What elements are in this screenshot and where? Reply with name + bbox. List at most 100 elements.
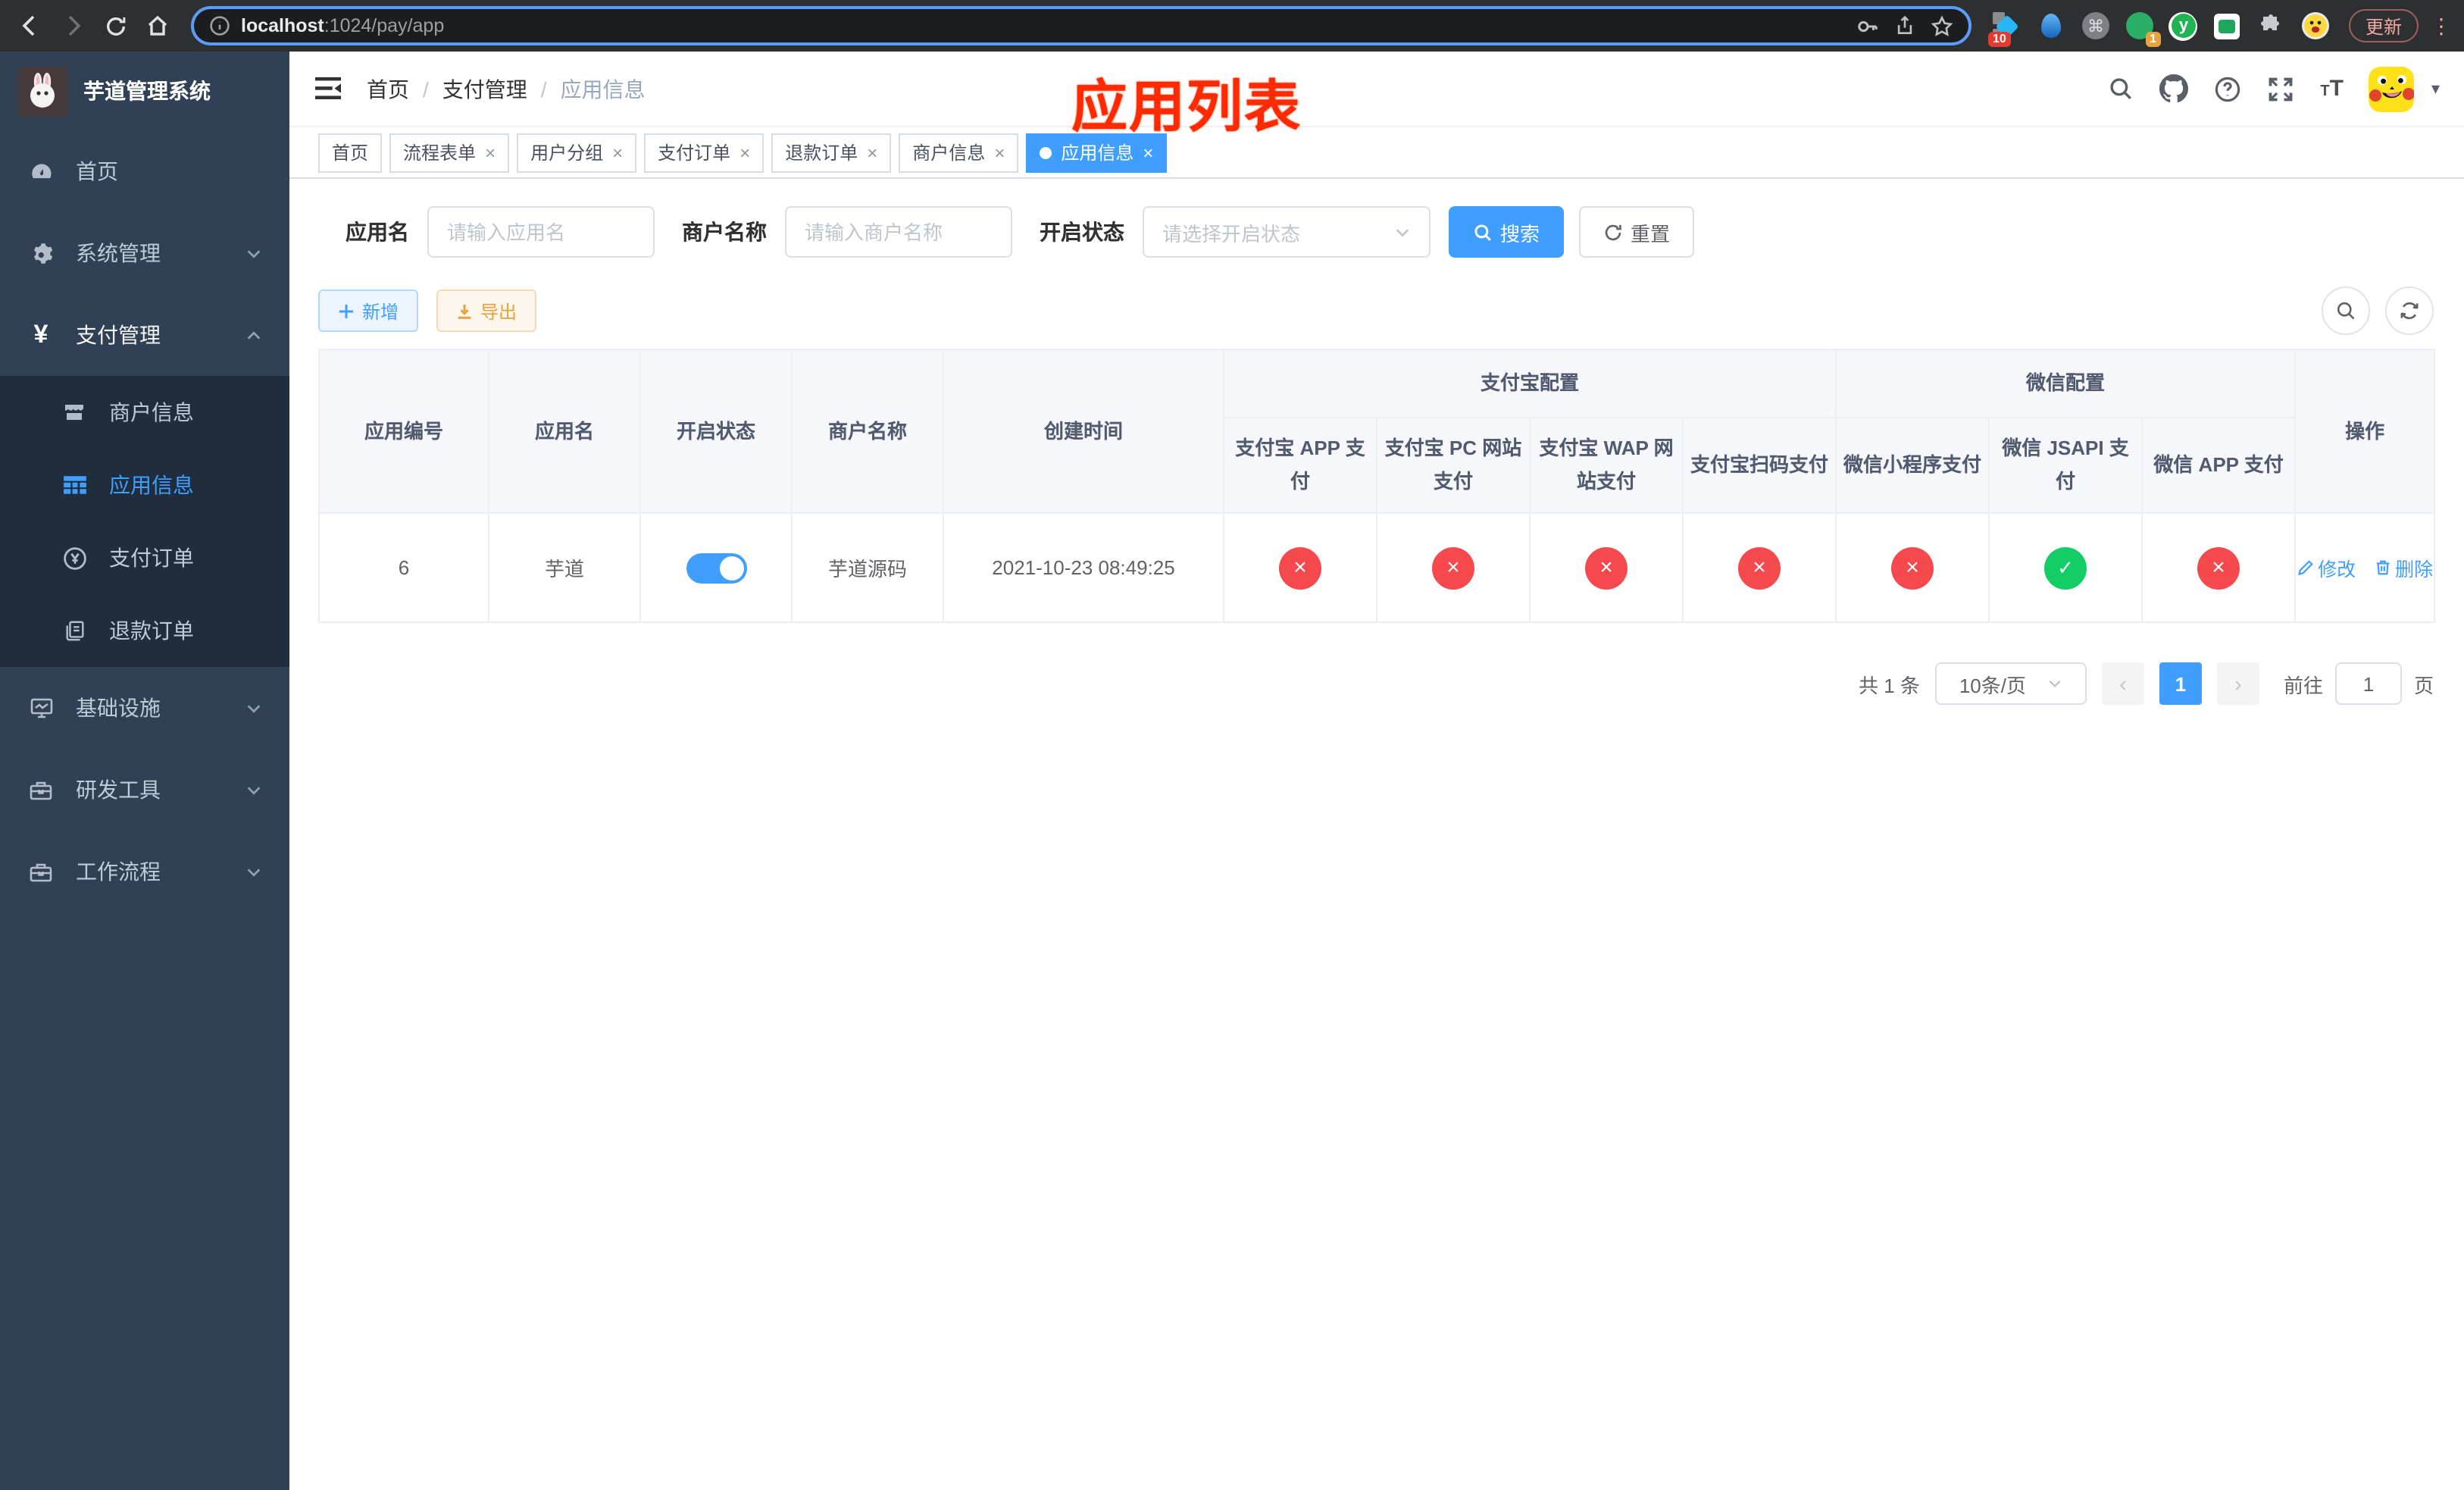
edit-link[interactable]: 修改 [2297, 553, 2356, 582]
sidebar-item-label: 支付管理 [76, 323, 161, 347]
browser-menu-icon[interactable]: ⋮ [2431, 13, 2452, 39]
sidebar-fold-icon[interactable] [314, 76, 342, 102]
sidebar-item-system[interactable]: 系统管理 [0, 212, 289, 294]
profile-avatar-icon[interactable] [2300, 11, 2331, 41]
close-icon[interactable]: × [994, 142, 1005, 163]
toggle-search-button[interactable] [2322, 286, 2370, 335]
col-header-wechat-mini: 微信小程序支付 [1835, 416, 1990, 515]
tab-refund-order[interactable]: 退款订单 × [771, 133, 892, 172]
caret-down-icon[interactable]: ▾ [2431, 79, 2440, 99]
breadcrumb: 首页 / 支付管理 / 应用信息 [367, 74, 646, 104]
breadcrumb-section[interactable]: 支付管理 [442, 74, 527, 104]
add-button[interactable]: 新增 [318, 290, 419, 332]
goto-page-input[interactable] [2334, 662, 2402, 706]
tab-user-group[interactable]: 用户分组 × [517, 133, 637, 172]
extensions-row: 10 ⌘ 1 y [1987, 11, 2337, 47]
share-icon[interactable] [1894, 14, 1915, 37]
y-extension-icon[interactable]: y [2169, 11, 2199, 41]
status-select[interactable]: 请选择开启状态 [1143, 206, 1431, 258]
tab-merchant-info[interactable]: 商户信息 × [899, 133, 1019, 172]
chevron-down-icon [245, 863, 262, 880]
pinned-extension-icon[interactable]: 10 [1987, 11, 2023, 47]
close-icon[interactable]: × [740, 142, 750, 163]
search-button[interactable]: 搜索 [1449, 206, 1565, 258]
app-table: 应用编号 应用名 开启状态 商户名称 创建时间 支付宝配置 微信配置 操作 支付… [318, 348, 2436, 624]
command-extension-icon[interactable]: ⌘ [2081, 11, 2111, 41]
help-icon[interactable] [2214, 75, 2241, 102]
tab-process-form[interactable]: 流程表单 × [389, 133, 510, 172]
top-navbar: 首页 / 支付管理 / 应用信息 TT ▾ [289, 52, 2464, 127]
bookmark-star-icon[interactable] [1931, 14, 1953, 37]
recorder-extension-icon[interactable]: 1 [2125, 11, 2161, 47]
app-logo: 芋道管理系统 [0, 52, 289, 130]
sidebar-item-pay-order[interactable]: 支付订单 [0, 521, 289, 594]
tab-home[interactable]: 首页 [318, 133, 383, 172]
status-toggle[interactable] [686, 552, 746, 584]
sidebar-item-label: 商户信息 [109, 400, 194, 424]
next-page-button[interactable]: › [2216, 662, 2259, 706]
cell-app-id: 6 [318, 512, 489, 624]
search-form: 应用名 商户名称 开启状态 请选择开启状态 搜索 重置 [318, 206, 2434, 258]
extension-badge: 1 [2145, 32, 2161, 47]
sidebar: 芋道管理系统 首页 系统管理 ¥ 支付管理 商户信息 应用信息 支付订单 退款订… [0, 52, 289, 1490]
sidebar-item-merchant-info[interactable]: 商户信息 [0, 376, 289, 449]
balloon-extension-icon[interactable] [2037, 11, 2067, 41]
search-icon[interactable] [2108, 76, 2134, 102]
merchant-name-input[interactable] [785, 206, 1012, 258]
application-window: localhost:1024/pay/app 10 ⌘ 1 y 更新 ⋮ 芋道管… [0, 0, 2464, 1490]
col-header-alipay-qr: 支付宝扫码支付 [1681, 416, 1837, 515]
breadcrumb-home[interactable]: 首页 [367, 74, 409, 104]
address-bar[interactable]: localhost:1024/pay/app [191, 6, 1972, 45]
sidebar-item-dev-tools[interactable]: 研发工具 [0, 749, 289, 831]
close-icon[interactable]: × [612, 142, 623, 163]
delete-link[interactable]: 删除 [2374, 553, 2433, 582]
user-avatar[interactable] [2369, 66, 2415, 111]
password-key-icon[interactable] [1856, 14, 1879, 37]
sidebar-item-payment[interactable]: ¥ 支付管理 [0, 294, 289, 376]
sidebar-item-label: 应用信息 [109, 473, 194, 497]
close-icon[interactable]: × [1143, 142, 1153, 163]
status-label: 开启状态 [1040, 220, 1124, 244]
col-group-alipay: 支付宝配置 [1222, 349, 1837, 418]
fullscreen-icon[interactable] [2267, 75, 2294, 102]
close-icon[interactable]: × [485, 142, 496, 163]
current-page-button[interactable]: 1 [2159, 662, 2202, 706]
back-icon[interactable] [12, 8, 48, 44]
home-icon[interactable] [139, 8, 176, 44]
font-size-icon[interactable]: TT [2320, 76, 2344, 102]
total-count: 共 1 条 [1859, 674, 1920, 697]
documents-icon [61, 618, 88, 643]
reload-icon[interactable] [97, 8, 133, 44]
tags-view-bar: 首页 流程表单 × 用户分组 × 支付订单 × 退款订单 × 商户信息 × 应用信息 × [289, 127, 2464, 179]
site-info-icon[interactable] [209, 15, 230, 36]
sidebar-item-label: 支付订单 [109, 546, 194, 570]
export-button[interactable]: 导出 [436, 290, 537, 332]
sidebar-item-workflow[interactable]: 工作流程 [0, 831, 289, 912]
url-text: localhost:1024/pay/app [241, 15, 445, 36]
sidebar-item-app-info[interactable]: 应用信息 [0, 449, 289, 521]
extensions-puzzle-icon[interactable] [2256, 11, 2287, 41]
close-icon[interactable]: × [867, 142, 877, 163]
app-name-input[interactable] [427, 206, 655, 258]
tab-pay-order[interactable]: 支付订单 × [644, 133, 765, 172]
prev-page-button[interactable]: ‹ [2101, 662, 2144, 706]
page-size-select[interactable]: 10条/页 [1934, 662, 2087, 706]
gear-icon [27, 240, 55, 266]
github-icon[interactable] [2159, 74, 2189, 103]
download-icon [458, 303, 471, 318]
chat-extension-icon[interactable] [2212, 11, 2243, 41]
cell-app-name: 芋道 [488, 512, 641, 624]
extension-badge: 10 [1987, 32, 2011, 47]
browser-toolbar: localhost:1024/pay/app 10 ⌘ 1 y 更新 ⋮ [0, 0, 2464, 52]
col-header-alipay-app: 支付宝 APP 支付 [1223, 416, 1377, 515]
forward-icon[interactable] [55, 8, 91, 44]
sidebar-item-refund-order[interactable]: 退款订单 [0, 594, 289, 667]
sidebar-item-home[interactable]: 首页 [0, 130, 289, 212]
sidebar-item-infrastructure[interactable]: 基础设施 [0, 667, 289, 749]
chevron-down-icon [1394, 224, 1411, 240]
chevron-down-icon [245, 700, 262, 716]
reset-button[interactable]: 重置 [1579, 206, 1695, 258]
refresh-table-button[interactable] [2385, 286, 2434, 335]
update-button[interactable]: 更新 [2348, 9, 2419, 42]
sidebar-item-label: 基础设施 [76, 696, 161, 720]
